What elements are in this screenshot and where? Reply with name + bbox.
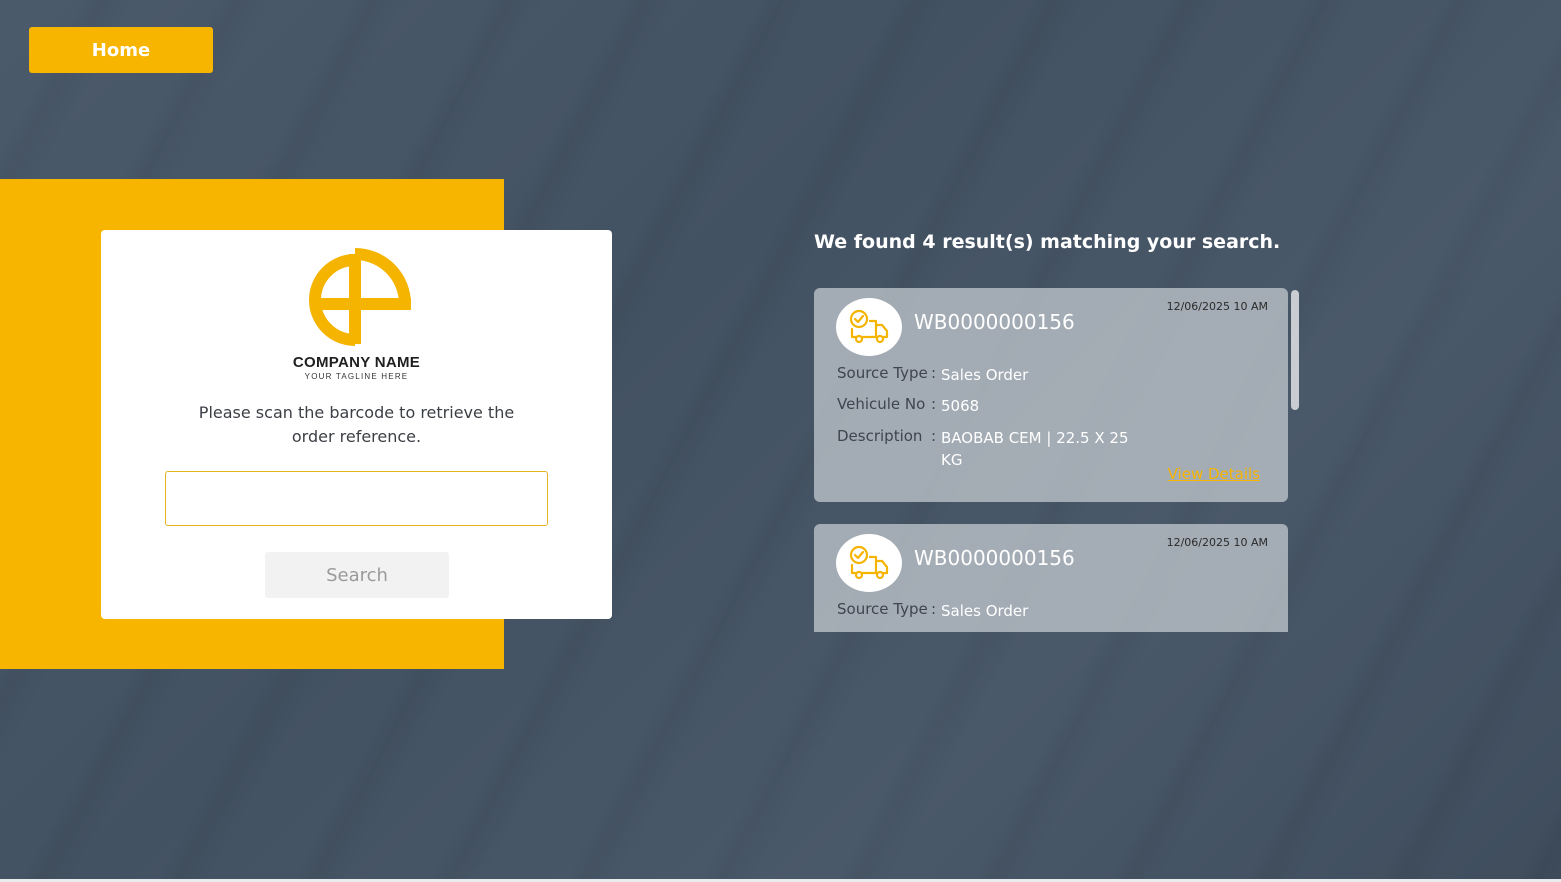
order-date: 12/06/2025 10 AM [1166,536,1268,549]
scan-instructions: Please scan the barcode to retrieve the … [198,403,515,446]
scan-card: COMPANY NAME YOUR TAGLINE HERE Please sc… [101,230,612,619]
order-reference: WB0000000156 [914,546,1075,570]
source-type-label: Source Type [837,600,928,618]
results-list[interactable]: WB0000000156 12/06/2025 10 AM Source Typ… [814,288,1300,632]
result-card[interactable]: WB0000000156 12/06/2025 10 AM Source Typ… [814,288,1288,502]
results-scrollbar-thumb[interactable] [1291,290,1299,410]
delivery-truck-check-icon [836,534,902,592]
delivery-truck-check-icon [836,298,902,356]
order-reference: WB0000000156 [914,310,1075,334]
barcode-input[interactable] [165,471,548,526]
home-button[interactable]: Home [29,27,213,73]
company-tagline: YOUR TAGLINE HERE [304,372,409,381]
separator: : [931,600,937,618]
view-details-link[interactable]: View Details [1168,465,1260,483]
company-name: COMPANY NAME [292,354,421,371]
order-date: 12/06/2025 10 AM [1166,300,1268,313]
source-type-value: Sales Order [941,366,1029,384]
source-type-value: Sales Order [941,602,1029,620]
vehicle-label: Vehicule No [837,395,926,413]
description-value: BAOBAB CEM | 22.5 X 25 KG [941,429,1129,469]
vehicle-value: 5068 [941,397,980,415]
result-card[interactable]: WB0000000156 12/06/2025 10 AM Source Typ… [814,524,1288,632]
separator: : [931,364,937,382]
search-button[interactable]: Search [265,552,449,598]
results-heading: We found 4 result(s) matching your searc… [814,231,1281,253]
description-label: Description [837,427,923,445]
separator: : [931,427,937,445]
separator: : [931,395,937,413]
brand-logo-icon [309,248,411,346]
source-type-label: Source Type [837,364,928,382]
